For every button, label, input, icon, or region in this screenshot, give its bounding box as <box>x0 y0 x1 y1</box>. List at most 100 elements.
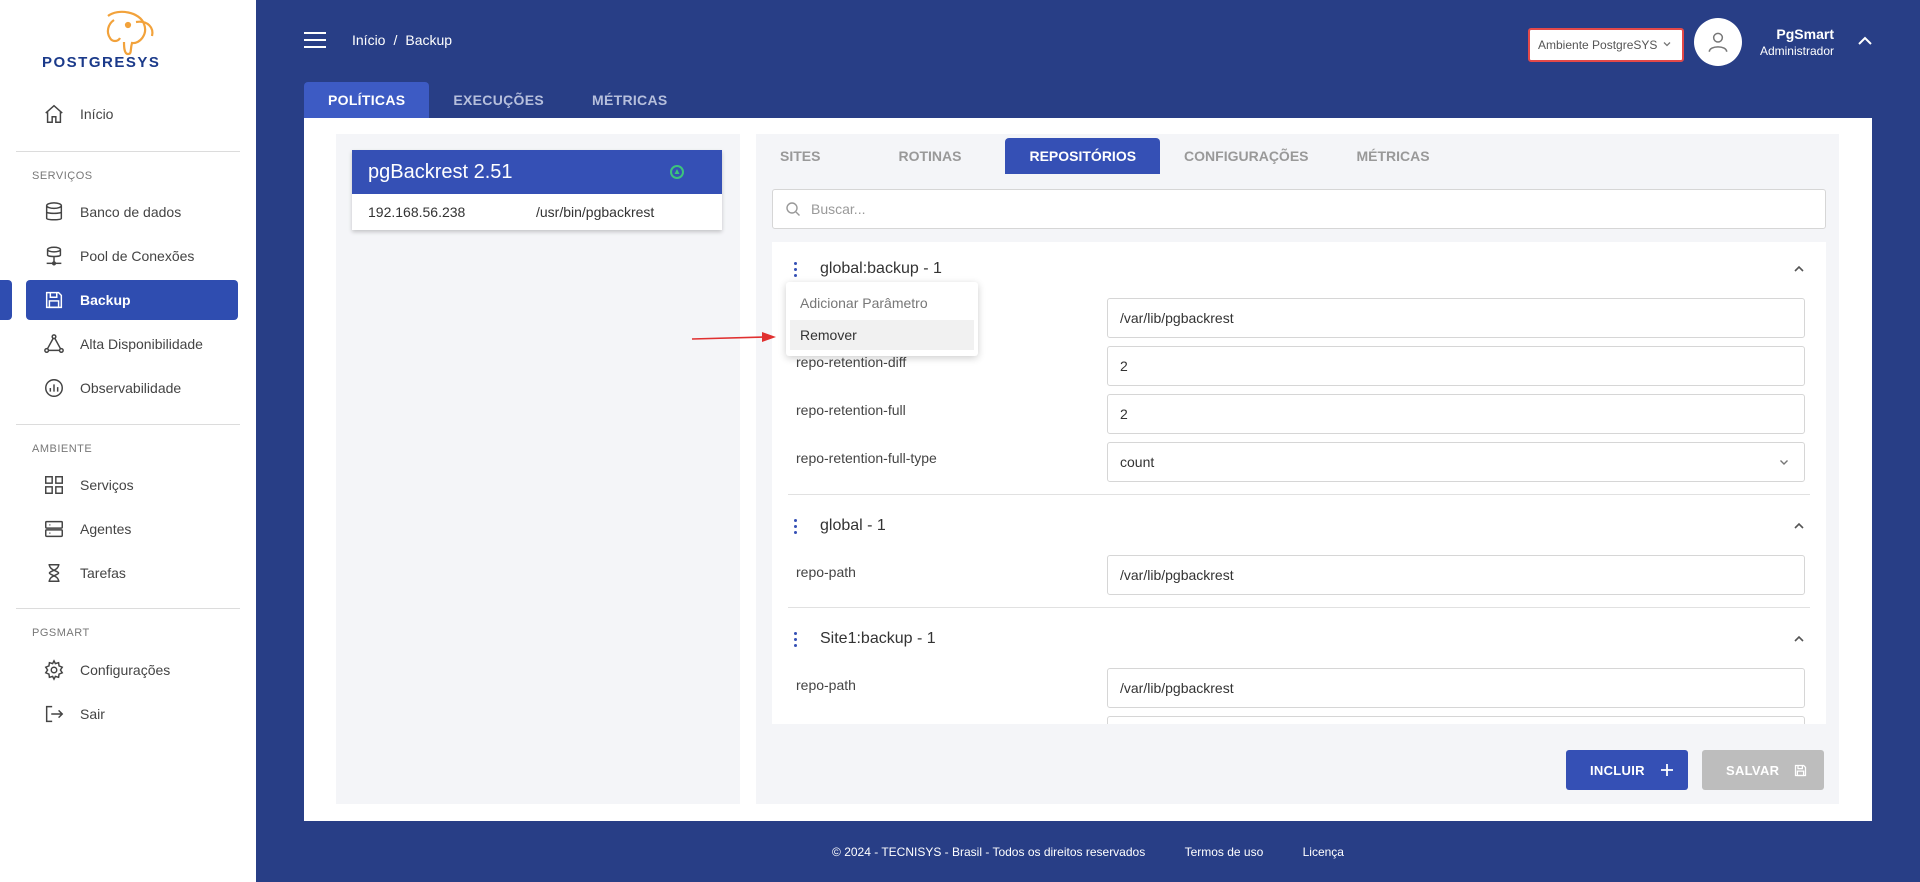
section-title-pgsmart: PGSMART <box>32 627 90 639</box>
param-value-field[interactable]: /var/lib/pgbackrest <box>1107 668 1805 708</box>
nav-connection-pool-label: Pool de Conexões <box>80 248 195 264</box>
nav-home[interactable]: Início <box>26 94 238 134</box>
brand-wordmark: POSTGRESYS <box>42 54 161 71</box>
active-indicator <box>0 280 12 320</box>
chevron-up-icon[interactable] <box>1792 632 1806 646</box>
tab-repositories[interactable]: REPOSITÓRIOS <box>1005 138 1161 174</box>
nav-backup-label: Backup <box>80 292 131 308</box>
status-online-icon <box>670 165 684 179</box>
param-label: repo-retention-diff <box>796 354 907 370</box>
nav-high-availability[interactable]: Alta Disponibilidade <box>26 324 238 364</box>
footer-copyright: © 2024 - TECNISYS - Brasil - Todos os di… <box>832 845 1146 859</box>
tab-policies[interactable]: POLÍTICAS <box>304 82 430 118</box>
divider <box>16 424 240 425</box>
more-vertical-icon[interactable] <box>786 518 804 534</box>
nav-services-label: Serviços <box>80 477 134 493</box>
tab-configurations[interactable]: CONFIGURAÇÕES <box>1160 138 1332 174</box>
search-icon <box>786 202 800 216</box>
param-value-field[interactable]: 2 <box>1107 346 1805 386</box>
group-title: global - 1 <box>820 517 886 534</box>
red-arrow-annotation-icon <box>691 332 776 342</box>
nav-tasks-label: Tarefas <box>80 565 126 581</box>
menu-icon[interactable] <box>304 32 326 48</box>
group-header: Site1:backup - 1 <box>786 624 1806 654</box>
server-ip: 192.168.56.238 <box>368 204 466 220</box>
nav-settings-label: Configurações <box>80 662 171 678</box>
tab-sub-metrics[interactable]: MÉTRICAS <box>1333 138 1454 174</box>
include-button[interactable]: INCLUIR <box>1566 750 1688 790</box>
include-button-label: INCLUIR <box>1590 762 1645 778</box>
gear-icon <box>42 658 66 682</box>
breadcrumb-home[interactable]: Início <box>352 32 385 48</box>
floppy-icon <box>42 288 66 312</box>
divider <box>16 608 240 609</box>
nav-services[interactable]: Serviços <box>26 465 238 505</box>
nav-observability-label: Observabilidade <box>80 380 182 396</box>
save-button[interactable]: SALVAR <box>1702 750 1824 790</box>
sub-tabs: SITES ROTINAS REPOSITÓRIOS CONFIGURAÇÕES… <box>756 138 1454 174</box>
chevron-down-icon <box>1780 460 1788 465</box>
nav-logout[interactable]: Sair <box>26 694 238 734</box>
footer-terms-link[interactable]: Termos de uso <box>1185 845 1264 859</box>
chevron-up-icon[interactable] <box>1792 262 1806 276</box>
search-input[interactable] <box>811 201 1771 217</box>
tab-sites[interactable]: SITES <box>756 138 844 174</box>
breadcrumb-current: Backup <box>405 32 453 48</box>
more-vertical-icon[interactable] <box>786 631 804 647</box>
user-icon <box>1708 32 1728 52</box>
param-label: repo-retention-full <box>796 402 906 418</box>
plus-icon <box>1659 762 1675 778</box>
chevron-up-icon[interactable] <box>1792 519 1806 533</box>
server-card-title: pgBackrest 2.51 <box>368 160 513 183</box>
grid-icon <box>42 473 66 497</box>
server-icon <box>42 517 66 541</box>
footer: © 2024 - TECNISYS - Brasil - Todos os di… <box>256 845 1920 859</box>
chart-circle-icon <box>42 376 66 400</box>
menu-item-remove[interactable]: Remover <box>790 320 974 350</box>
nav-agents[interactable]: Agentes <box>26 509 238 549</box>
nav-databases-label: Banco de dados <box>80 204 182 220</box>
footer-license-link[interactable]: Licença <box>1303 845 1344 859</box>
logout-icon <box>42 702 66 726</box>
save-button-label: SALVAR <box>1726 762 1780 778</box>
tab-routines[interactable]: ROTINAS <box>874 138 985 174</box>
group-header: global - 1 <box>786 511 1806 541</box>
group-header: global:backup - 1 <box>786 254 1806 284</box>
nav-observability[interactable]: Observabilidade <box>26 368 238 408</box>
param-select-field[interactable]: count <box>1107 442 1805 482</box>
nav-databases[interactable]: Banco de dados <box>26 192 238 232</box>
param-value-field[interactable]: /var/lib/pgbackrest <box>1107 555 1805 595</box>
section-title-environment: AMBIENTE <box>32 443 93 455</box>
avatar[interactable] <box>1694 18 1742 66</box>
param-value-field[interactable] <box>1107 716 1805 724</box>
param-label: repo-retention-full-type <box>796 450 937 466</box>
server-card-header: pgBackrest 2.51 <box>352 150 722 194</box>
tab-executions[interactable]: EXECUÇÕES <box>429 82 568 118</box>
environment-select[interactable]: Ambiente PostgreSYS <box>1528 28 1684 62</box>
param-value-field[interactable]: 2 <box>1107 394 1805 434</box>
main-tabs: POLÍTICAS EXECUÇÕES MÉTRICAS <box>304 82 692 118</box>
param-select-value: count <box>1120 454 1155 470</box>
chevron-up-icon[interactable] <box>1856 32 1874 50</box>
param-value-field[interactable]: /var/lib/pgbackrest <box>1107 298 1805 338</box>
nav-backup[interactable]: Backup <box>26 280 238 320</box>
more-vertical-icon[interactable] <box>786 261 804 277</box>
context-menu: Adicionar Parâmetro Remover <box>786 282 978 356</box>
nav-logout-label: Sair <box>80 706 105 722</box>
tab-metrics[interactable]: MÉTRICAS <box>568 82 692 118</box>
content-panel: pgBackrest 2.51 192.168.56.238 /usr/bin/… <box>304 118 1872 821</box>
menu-item-add-parameter[interactable]: Adicionar Parâmetro <box>790 288 974 318</box>
group-title: Site1:backup - 1 <box>820 630 936 647</box>
nav-high-availability-label: Alta Disponibilidade <box>80 336 203 352</box>
nav-settings[interactable]: Configurações <box>26 650 238 690</box>
repositories-pane: SITES ROTINAS REPOSITÓRIOS CONFIGURAÇÕES… <box>756 134 1839 804</box>
divider <box>788 607 1810 608</box>
server-card-body: 192.168.56.238 /usr/bin/pgbackrest <box>352 194 722 230</box>
param-label: repo-path <box>796 564 856 580</box>
divider <box>16 151 240 152</box>
nav-tasks[interactable]: Tarefas <box>26 553 238 593</box>
divider <box>788 494 1810 495</box>
hourglass-icon <box>42 561 66 585</box>
server-card[interactable]: pgBackrest 2.51 192.168.56.238 /usr/bin/… <box>352 150 722 230</box>
nav-connection-pool[interactable]: Pool de Conexões <box>26 236 238 276</box>
